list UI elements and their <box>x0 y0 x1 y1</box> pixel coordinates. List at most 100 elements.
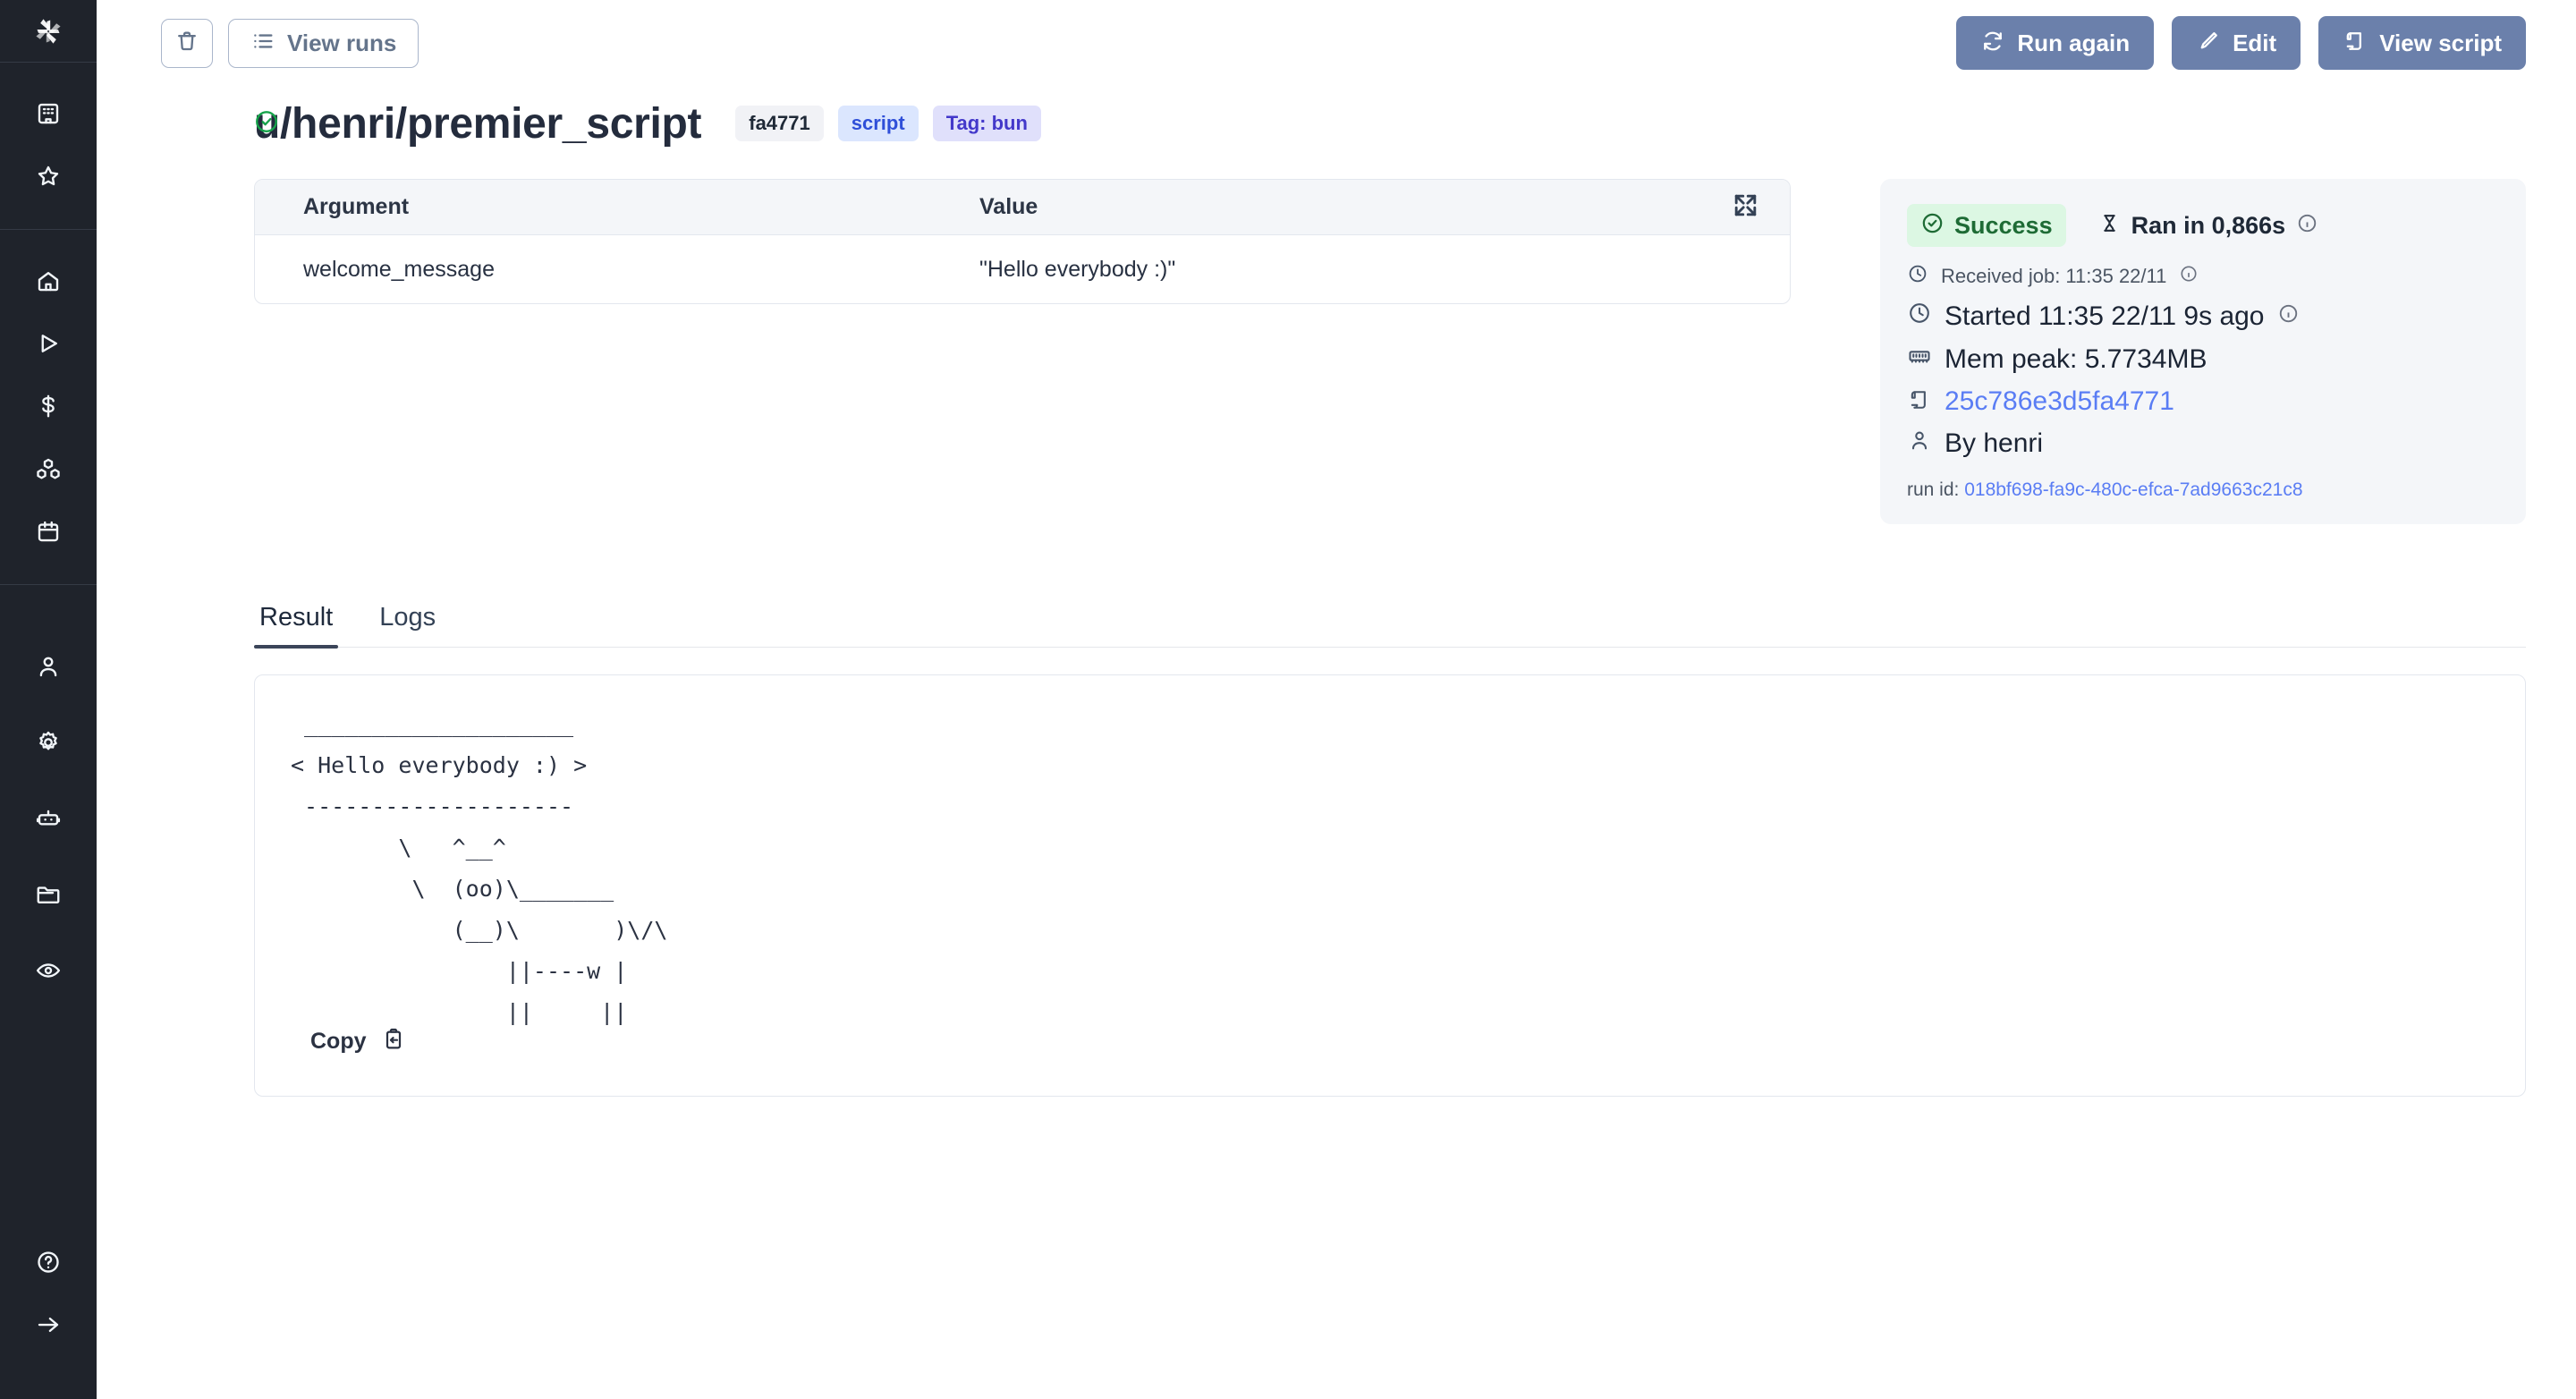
memory-icon <box>1907 343 1932 376</box>
tab-result[interactable]: Result <box>254 603 356 647</box>
run-id-row: run id: 018bf698-fa9c-480c-efca-7ad9663c… <box>1907 479 2499 501</box>
author-label: By henri <box>1945 428 2043 459</box>
building-icon <box>35 100 62 131</box>
info-icon[interactable] <box>2277 301 2300 332</box>
run-status-card: Success Ran in 0,866s <box>1880 179 2526 524</box>
page-header: u/henri/premier_script fa4771 script Tag… <box>97 66 2576 152</box>
list-icon <box>250 29 275 57</box>
status-column: Success Ran in 0,866s <box>1880 179 2526 524</box>
column-header-argument: Argument <box>255 194 979 220</box>
dollar-icon <box>35 393 62 424</box>
run-again-label: Run again <box>2017 31 2130 55</box>
tabs: Result Logs <box>254 603 2526 648</box>
play-icon <box>35 330 62 361</box>
refresh-icon <box>1980 29 2005 57</box>
scroll-icon <box>2343 29 2368 57</box>
info-icon[interactable] <box>2296 212 2318 239</box>
user-icon <box>35 653 62 684</box>
copy-label: Copy <box>310 1029 367 1055</box>
table-row: welcome_message "Hello everybody :)" <box>255 235 1790 303</box>
arrow-right-icon <box>35 1311 62 1343</box>
cell-argument: welcome_message <box>255 257 979 283</box>
robot-icon <box>35 805 62 836</box>
sidebar-group-admin <box>0 585 97 1023</box>
column-header-value: Value <box>979 194 1038 220</box>
table-header-row: Argument Value <box>255 180 1790 235</box>
sidebar-item-resources[interactable] <box>21 381 75 435</box>
toolbar-right: Run again Edit <box>1956 16 2526 70</box>
sidebar-item-variables[interactable] <box>21 444 75 497</box>
script-hash-row: 25c786e3d5fa4771 <box>1907 386 2499 417</box>
trash-icon <box>174 29 199 57</box>
copy-button[interactable]: Copy <box>310 1027 406 1056</box>
folder-icon <box>35 881 62 912</box>
scroll-icon <box>1907 387 1932 417</box>
main-content: View runs Run again <box>97 0 2576 1399</box>
sidebar-group-footer <box>0 1211 97 1399</box>
started-row: Started 11:35 22/11 9s ago <box>1907 301 2499 333</box>
edit-button[interactable]: Edit <box>2172 16 2301 70</box>
args-column: Argument Value <box>254 179 1791 304</box>
tabs-container: Result Logs <box>97 603 2576 648</box>
badge-hash[interactable]: fa4771 <box>735 106 824 141</box>
mem-peak-row: Mem peak: 5.7734MB <box>1907 343 2499 376</box>
view-runs-label: View runs <box>287 31 396 55</box>
badge-kind[interactable]: script <box>838 106 919 141</box>
delete-button[interactable] <box>161 19 213 68</box>
hourglass-icon <box>2098 211 2121 240</box>
expand-button[interactable] <box>1727 190 1763 225</box>
sidebar-item-settings[interactable] <box>21 717 75 771</box>
info-icon[interactable] <box>2179 264 2199 289</box>
sidebar-item-home[interactable] <box>21 256 75 309</box>
script-hash-link[interactable]: 25c786e3d5fa4771 <box>1945 386 2174 417</box>
sidebar <box>0 0 97 1399</box>
status-label: Success <box>1954 214 2053 238</box>
sidebar-item-favorites[interactable] <box>21 151 75 205</box>
result-panel: ____________________ < Hello everybody :… <box>254 674 2526 1097</box>
status-badge: Success <box>1907 204 2066 247</box>
eye-icon <box>35 957 62 988</box>
calendar-icon <box>35 518 62 549</box>
sidebar-item-audit-logs[interactable] <box>21 945 75 999</box>
view-script-button[interactable]: View script <box>2318 16 2526 70</box>
received-job-row: Received job: 11:35 22/11 <box>1907 263 2499 290</box>
badge-tag[interactable]: Tag: bun <box>933 106 1041 141</box>
started-label: Started 11:35 22/11 9s ago <box>1945 301 2265 332</box>
sidebar-item-runs[interactable] <box>21 318 75 372</box>
toolbar-left: View runs <box>161 19 419 68</box>
sidebar-group-workspace <box>0 63 97 230</box>
clock-icon <box>1907 263 1928 290</box>
gear-icon <box>35 729 62 760</box>
run-again-button[interactable]: Run again <box>1956 16 2154 70</box>
sidebar-item-workers[interactable] <box>21 793 75 847</box>
sidebar-item-folders[interactable] <box>21 869 75 923</box>
check-circle-icon <box>253 108 280 140</box>
sidebar-item-workspace[interactable] <box>21 89 75 142</box>
boxes-icon <box>35 455 62 487</box>
content-area: Argument Value <box>97 152 2576 524</box>
sidebar-group-main <box>0 230 97 585</box>
clipboard-copy-icon <box>381 1027 406 1056</box>
page-title: u/henri/premier_script <box>254 99 701 148</box>
run-id-value[interactable]: 018bf698-fa9c-480c-efca-7ad9663c21c8 <box>1964 479 2302 500</box>
mem-peak-label: Mem peak: 5.7734MB <box>1945 344 2207 375</box>
tab-logs[interactable]: Logs <box>356 603 459 647</box>
app-root: View runs Run again <box>0 0 2576 1399</box>
edit-label: Edit <box>2233 31 2276 55</box>
view-script-label: View script <box>2379 31 2502 55</box>
star-icon <box>35 163 62 194</box>
arguments-table: Argument Value <box>254 179 1791 304</box>
received-job-label: Received job: 11:35 22/11 <box>1941 265 2166 288</box>
view-runs-button[interactable]: View runs <box>228 19 419 68</box>
sidebar-item-schedules[interactable] <box>21 506 75 560</box>
sidebar-item-users[interactable] <box>21 641 75 695</box>
duration-row: Ran in 0,866s <box>2098 211 2319 240</box>
cell-value: "Hello everybody :)" <box>979 257 1175 283</box>
sidebar-item-help[interactable] <box>21 1237 75 1291</box>
status-top-row: Success Ran in 0,866s <box>1907 204 2499 247</box>
windmill-logo-icon[interactable] <box>0 0 97 63</box>
home-icon <box>35 267 62 299</box>
sidebar-item-expand[interactable] <box>21 1300 75 1353</box>
pencil-icon <box>2196 29 2221 57</box>
clock-icon <box>1907 301 1932 333</box>
